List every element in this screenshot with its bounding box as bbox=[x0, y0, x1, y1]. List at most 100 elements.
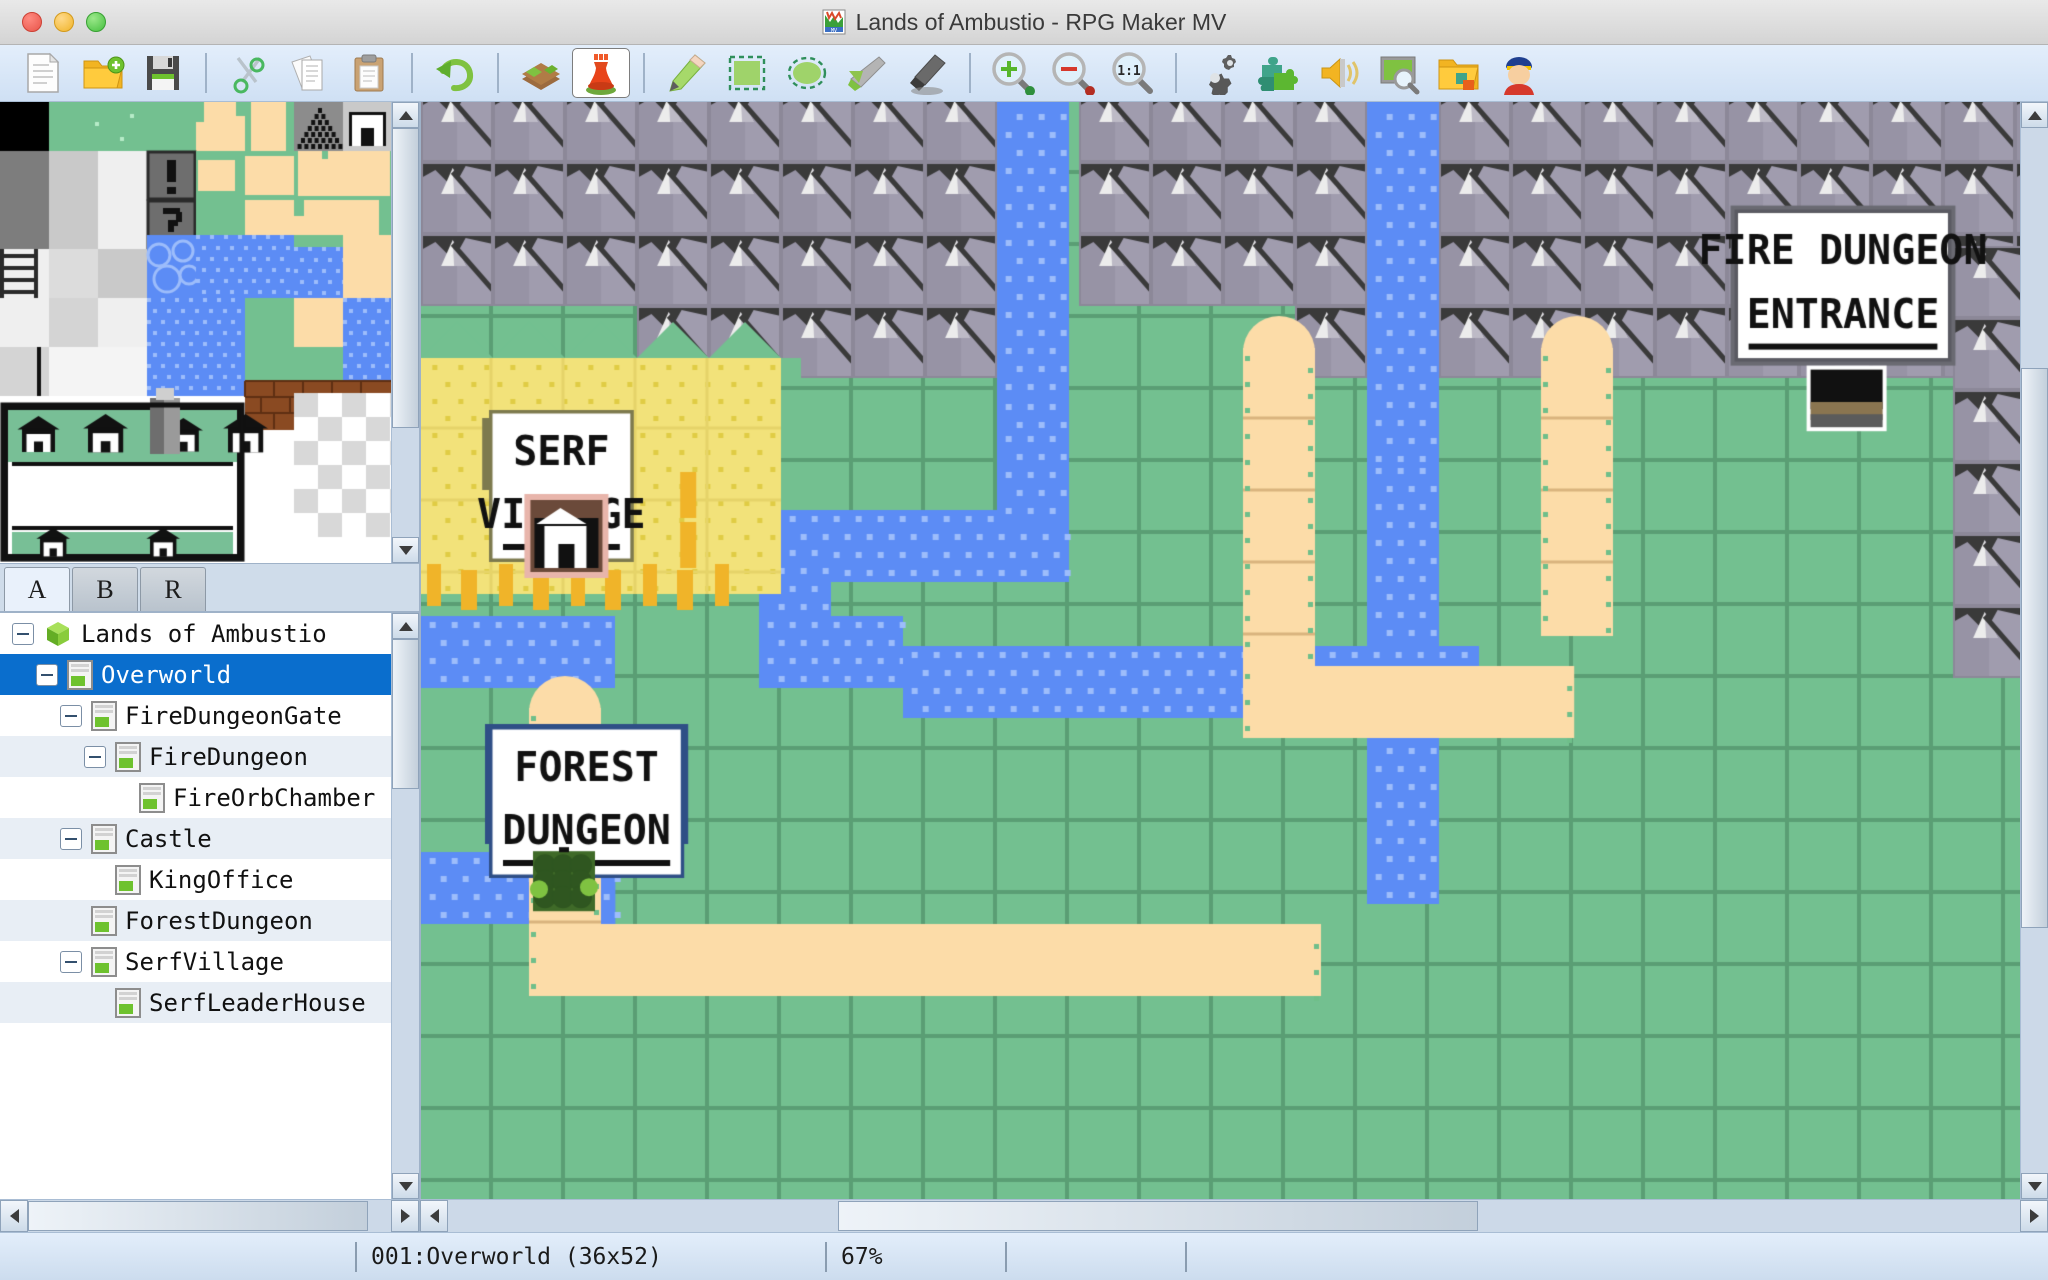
scroll-down-button[interactable] bbox=[392, 537, 419, 563]
scroll-track[interactable] bbox=[392, 639, 419, 1173]
open-project-button[interactable] bbox=[74, 48, 132, 98]
scroll-left-button[interactable] bbox=[0, 1200, 28, 1232]
scroll-up-button[interactable] bbox=[392, 613, 419, 639]
minus-icon bbox=[41, 673, 53, 676]
map-mode-button[interactable] bbox=[512, 48, 570, 98]
zoom-out-button[interactable] bbox=[1044, 48, 1102, 98]
chevron-up-icon bbox=[398, 110, 413, 120]
map-editor-canvas[interactable] bbox=[420, 102, 2020, 1199]
toolbar-separator bbox=[969, 53, 971, 93]
database-button[interactable] bbox=[1190, 48, 1248, 98]
close-button[interactable] bbox=[22, 12, 42, 32]
tree-collapse-toggle[interactable] bbox=[60, 950, 82, 973]
map-icon bbox=[115, 741, 141, 772]
tab-label: B bbox=[96, 574, 114, 604]
status-cell-empty bbox=[0, 1242, 355, 1272]
minus-icon bbox=[65, 960, 77, 963]
zoom-in-button[interactable] bbox=[984, 48, 1042, 98]
tileset-canvas-container[interactable] bbox=[0, 102, 391, 563]
resource-manager-button[interactable] bbox=[1430, 48, 1488, 98]
scroll-thumb[interactable] bbox=[2021, 368, 2048, 928]
minimize-button[interactable] bbox=[54, 12, 74, 32]
new-project-button[interactable] bbox=[14, 48, 72, 98]
tree-item-overworld[interactable]: Overworld bbox=[0, 654, 391, 695]
map-canvas[interactable] bbox=[421, 102, 2020, 1199]
tileset-vertical-scrollbar[interactable] bbox=[391, 102, 419, 563]
tree-item-lands-of-ambustio[interactable]: Lands of Ambustio bbox=[0, 613, 391, 654]
tree-collapse-toggle[interactable] bbox=[84, 745, 106, 768]
zoom-actual-button[interactable]: 1:1 bbox=[1104, 48, 1162, 98]
scroll-right-button[interactable] bbox=[2020, 1200, 2048, 1232]
sound-test-button[interactable] bbox=[1310, 48, 1368, 98]
plugin-manager-button[interactable] bbox=[1250, 48, 1308, 98]
scroll-track[interactable] bbox=[448, 1200, 2020, 1232]
tree-item-forestdungeon[interactable]: ForestDungeon bbox=[0, 900, 391, 941]
map-row bbox=[420, 102, 2048, 1199]
toolbar-separator bbox=[497, 53, 499, 93]
map-tree-list[interactable]: Lands of Ambustio Overworld FireDungeonGat… bbox=[0, 613, 391, 1199]
tileset-palette[interactable] bbox=[0, 102, 419, 564]
tree-item-firedungeongate[interactable]: FireDungeonGate bbox=[0, 695, 391, 736]
tree-item-castle[interactable]: Castle bbox=[0, 818, 391, 859]
tree-collapse-toggle[interactable] bbox=[60, 827, 82, 850]
map-tree-horizontal-scrollbar[interactable] bbox=[0, 1199, 419, 1232]
tree-item-fireorbchamber[interactable]: FireOrbChamber bbox=[0, 777, 391, 818]
cut-button[interactable] bbox=[220, 48, 278, 98]
playtest-button[interactable] bbox=[1370, 48, 1428, 98]
tab-label: R bbox=[164, 574, 182, 604]
copy-button[interactable] bbox=[280, 48, 338, 98]
tree-collapse-toggle[interactable] bbox=[12, 622, 34, 645]
scroll-thumb[interactable] bbox=[838, 1201, 1478, 1231]
scroll-track[interactable] bbox=[2021, 128, 2048, 1173]
tree-item-firedungeon[interactable]: FireDungeon bbox=[0, 736, 391, 777]
scroll-up-button[interactable] bbox=[2021, 102, 2048, 128]
status-map-info: 001:Overworld (36x52) bbox=[355, 1241, 825, 1272]
pencil-tool-button[interactable] bbox=[658, 48, 716, 98]
undo-button[interactable] bbox=[426, 48, 484, 98]
chevron-right-icon bbox=[400, 1209, 410, 1223]
tab-tileset-a[interactable]: A bbox=[4, 567, 70, 611]
tree-item-serfleaderhouse[interactable]: SerfLeaderHouse bbox=[0, 982, 391, 1023]
window-title: Lands of Ambustio - RPG Maker MV bbox=[855, 8, 1227, 35]
rectangle-tool-button[interactable] bbox=[718, 48, 776, 98]
shadow-pen-button[interactable] bbox=[898, 48, 956, 98]
map-horizontal-scrollbar[interactable] bbox=[420, 1199, 2048, 1232]
chevron-up-icon bbox=[398, 621, 413, 631]
tree-toggle-placeholder bbox=[60, 910, 82, 932]
tree-item-label: FireDungeonGate bbox=[125, 701, 342, 730]
chevron-down-icon bbox=[398, 545, 413, 555]
paste-button[interactable] bbox=[340, 48, 398, 98]
map-vertical-scrollbar[interactable] bbox=[2020, 102, 2048, 1199]
scroll-down-button[interactable] bbox=[392, 1173, 419, 1199]
scroll-thumb[interactable] bbox=[392, 128, 419, 428]
tree-item-kingoffice[interactable]: KingOffice bbox=[0, 859, 391, 900]
chevron-right-icon bbox=[2029, 1209, 2039, 1223]
zoom-button[interactable] bbox=[86, 12, 106, 32]
scroll-left-button[interactable] bbox=[420, 1200, 448, 1232]
tree-item-serfvillage[interactable]: SerfVillage bbox=[0, 941, 391, 982]
tree-collapse-toggle[interactable] bbox=[36, 663, 58, 686]
scroll-up-button[interactable] bbox=[392, 102, 419, 128]
scroll-down-button[interactable] bbox=[2021, 1173, 2048, 1199]
scroll-right-button[interactable] bbox=[391, 1200, 419, 1232]
map-tree[interactable]: Lands of Ambustio Overworld FireDungeonGat… bbox=[0, 612, 419, 1199]
tileset-canvas[interactable] bbox=[0, 102, 391, 562]
chevron-left-icon bbox=[9, 1209, 19, 1223]
ellipse-tool-button[interactable] bbox=[778, 48, 836, 98]
map-icon bbox=[91, 700, 117, 731]
event-mode-button[interactable] bbox=[572, 48, 630, 98]
tree-collapse-toggle[interactable] bbox=[60, 704, 82, 727]
map-tree-vertical-scrollbar[interactable] bbox=[391, 613, 419, 1199]
tree-item-label: FireDungeon bbox=[149, 742, 308, 771]
scroll-track[interactable] bbox=[392, 128, 419, 537]
tab-tileset-r[interactable]: R bbox=[140, 567, 206, 611]
scroll-track[interactable] bbox=[28, 1200, 391, 1232]
scroll-thumb[interactable] bbox=[392, 639, 419, 789]
fill-tool-button[interactable] bbox=[838, 48, 896, 98]
tab-tileset-b[interactable]: B bbox=[72, 567, 138, 611]
save-project-button[interactable] bbox=[134, 48, 192, 98]
character-generator-button[interactable] bbox=[1490, 48, 1548, 98]
scroll-thumb[interactable] bbox=[28, 1201, 368, 1231]
minus-icon bbox=[65, 837, 77, 840]
map-icon bbox=[115, 864, 141, 895]
